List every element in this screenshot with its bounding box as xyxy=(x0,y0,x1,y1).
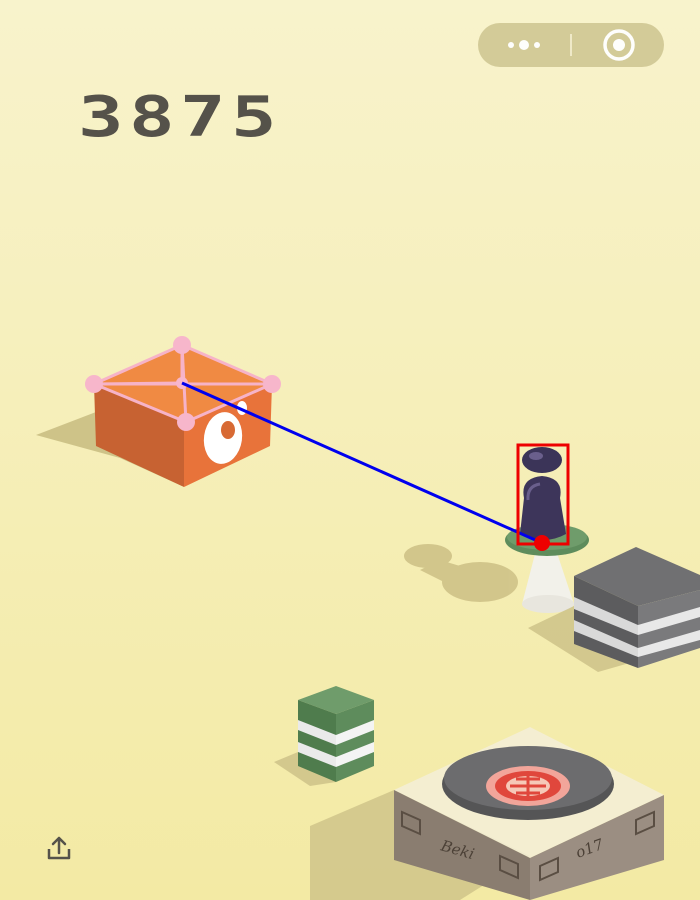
target-circle-icon xyxy=(603,29,635,61)
share-button[interactable] xyxy=(44,834,74,864)
jump-trajectory-line xyxy=(181,381,543,545)
green-striped-block xyxy=(274,686,374,786)
pedestal-shadow xyxy=(404,544,518,602)
more-dots-icon xyxy=(508,40,540,50)
menu-button[interactable] xyxy=(478,23,570,67)
player-anchor-point xyxy=(534,535,550,551)
player-piece xyxy=(520,447,566,540)
score-display: 3875 xyxy=(78,92,282,144)
mini-program-capsule xyxy=(478,23,664,67)
score-value: 3875 xyxy=(78,92,282,144)
close-button[interactable] xyxy=(572,23,664,67)
share-upload-icon xyxy=(47,836,71,860)
